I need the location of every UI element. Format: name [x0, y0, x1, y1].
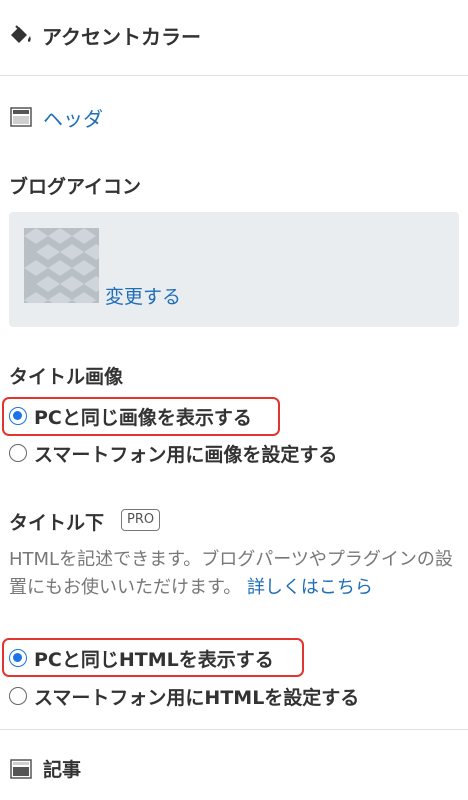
section-divider	[0, 729, 468, 730]
radio-label: PCと同じ画像を表示する	[34, 407, 252, 429]
blog-icon-title: ブログアイコン	[9, 176, 142, 198]
radio-button[interactable]	[9, 687, 27, 705]
layout-article-icon	[10, 759, 32, 779]
details-link[interactable]: 詳しくはこちら	[247, 577, 373, 598]
radio-button-checked[interactable]	[9, 649, 27, 667]
layout-header-icon	[10, 107, 32, 127]
accent-color-row[interactable]: アクセントカラー	[0, 0, 468, 76]
radio-label: スマートフォン用に画像を設定する	[34, 444, 338, 466]
radio-button-checked[interactable]	[9, 407, 27, 425]
title-below-title: タイトル下	[9, 512, 105, 534]
blog-icon-image	[24, 228, 99, 303]
description-text: HTMLを記述できます。ブログパーツやプラグインの設置にもお使いいただけます。	[9, 549, 453, 598]
radio-label: スマートフォン用にHTMLを設定する	[34, 687, 360, 709]
header-section-link[interactable]: ヘッダ	[43, 103, 103, 132]
accent-color-label: アクセントカラー	[42, 25, 201, 49]
title-below-description: HTMLを記述できます。ブログパーツやプラグインの設置にもお使いいただけます。 …	[9, 546, 461, 602]
article-section-label: 記事	[43, 759, 82, 781]
title-image-title: タイトル画像	[9, 366, 124, 388]
paint-bucket-icon	[11, 25, 31, 43]
change-icon-link[interactable]: 変更する	[105, 282, 181, 309]
radio-label: PCと同じHTMLを表示する	[34, 649, 274, 671]
blog-icon-panel: 変更する	[9, 212, 459, 327]
pro-badge: PRO	[121, 509, 161, 531]
radio-button[interactable]	[9, 444, 27, 462]
